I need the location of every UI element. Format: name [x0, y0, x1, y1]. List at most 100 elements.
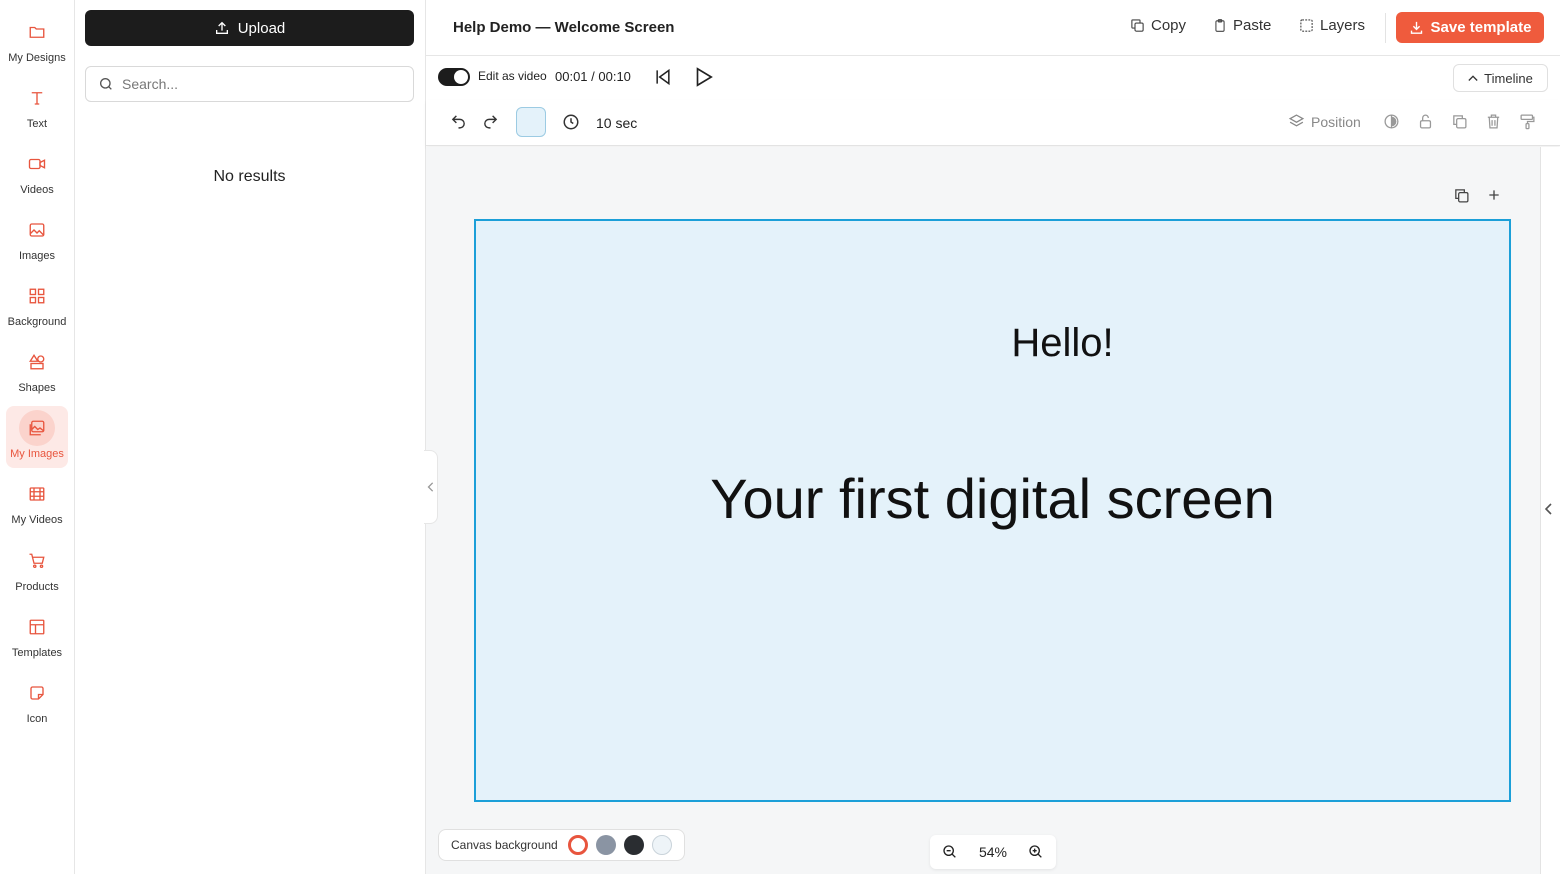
collapse-panel-button[interactable]	[424, 450, 438, 524]
sidebar-item-label: Text	[26, 118, 48, 130]
color-swatch-light-blue[interactable]	[651, 835, 672, 855]
duplicate-page-button[interactable]	[1453, 187, 1470, 204]
divider	[1385, 13, 1386, 43]
play-button[interactable]	[692, 66, 714, 88]
zoom-in-icon	[1029, 845, 1042, 858]
sidebar-item-label: Shapes	[18, 382, 56, 394]
add-page-button[interactable]	[1486, 187, 1502, 203]
cart-icon	[19, 543, 55, 579]
greeting-text[interactable]: Hello!	[476, 321, 1509, 366]
edit-as-video-toggle[interactable]	[438, 68, 470, 86]
sidebar-item-shapes[interactable]: Shapes	[6, 340, 68, 402]
dashed-square-icon	[1299, 18, 1314, 33]
sidebar-item-text[interactable]: Text	[6, 76, 68, 138]
layers-label: Layers	[1320, 17, 1366, 34]
redo-button[interactable]	[482, 113, 499, 130]
sidebar-item-products[interactable]: Products	[6, 539, 68, 601]
sidebar-item-my-videos[interactable]: My Videos	[6, 472, 68, 534]
sidebar-item-my-designs[interactable]: My Designs	[6, 10, 68, 72]
zoom-control: 54%	[930, 835, 1056, 869]
timeline-label: Timeline	[1484, 70, 1533, 86]
copy-icon	[1130, 18, 1145, 33]
headline-text[interactable]: Your first digital screen	[476, 465, 1509, 533]
plus-icon	[1486, 187, 1502, 203]
canvas-background-picker: Canvas background	[438, 829, 685, 861]
sidebar-item-label: Products	[15, 581, 59, 593]
lock-button[interactable]	[1417, 113, 1434, 130]
trash-icon	[1485, 113, 1502, 130]
download-icon	[1409, 20, 1424, 35]
canvas-background-label: Canvas background	[451, 838, 558, 852]
paste-label: Paste	[1233, 17, 1272, 34]
sidebar-item-label: Templates	[11, 647, 63, 659]
design-canvas[interactable]: Hello! Your first digital screen	[474, 219, 1511, 802]
sidebar-item-my-images[interactable]: My Images	[6, 406, 68, 468]
sidebar-item-background[interactable]: Background	[6, 274, 68, 336]
format-painter-button[interactable]	[1519, 113, 1536, 130]
sidebar-item-label: My Designs	[8, 52, 66, 64]
top-bar: Help Demo — Welcome Screen Copy Paste La…	[426, 0, 1560, 56]
duration-button[interactable]	[562, 113, 580, 131]
assets-panel: Upload No results	[75, 0, 426, 874]
search-box	[85, 66, 414, 102]
sidebar-item-videos[interactable]: Videos	[6, 142, 68, 204]
save-template-button[interactable]: Save template	[1396, 12, 1544, 43]
layout-icon	[19, 609, 55, 645]
clipboard-icon	[1213, 18, 1227, 33]
document-title: Help Demo — Welcome Screen	[453, 19, 675, 36]
zoom-in-button[interactable]	[1028, 844, 1044, 860]
opacity-button[interactable]	[1383, 113, 1400, 130]
sidebar-item-label: Images	[18, 250, 56, 262]
video-camera-icon	[19, 146, 55, 182]
zoom-out-icon	[943, 845, 956, 858]
copy-button[interactable]: Copy	[1130, 17, 1186, 34]
upload-button[interactable]: Upload	[85, 10, 414, 46]
color-swatch-white[interactable]	[567, 835, 588, 855]
layers-stack-icon	[1288, 113, 1305, 130]
sidebar-item-label: Videos	[20, 184, 54, 196]
zoom-out-button[interactable]	[942, 844, 958, 860]
left-icon-rail: My Designs Text Videos Images Background…	[0, 0, 75, 874]
sidebar-item-label: My Images	[10, 448, 64, 460]
empty-state-text: No results	[213, 168, 286, 185]
shapes-icon	[19, 344, 55, 380]
upload-icon	[214, 20, 230, 36]
position-button[interactable]: Position	[1288, 113, 1361, 130]
sidebar-item-label: Icon	[26, 713, 48, 725]
sidebar-item-templates[interactable]: Templates	[6, 605, 68, 667]
text-icon	[19, 80, 55, 116]
play-icon	[692, 66, 714, 88]
video-toolbar: Edit as video 00:01 / 00:10 Timeline	[426, 56, 1560, 100]
playback-time: 00:01 / 00:10	[555, 69, 631, 84]
search-icon	[98, 76, 114, 92]
layers-button[interactable]: Layers	[1299, 17, 1365, 34]
duplicate-button[interactable]	[1451, 113, 1468, 130]
sidebar-item-label: Background	[7, 316, 67, 328]
film-icon	[19, 476, 55, 512]
color-swatch-dark[interactable]	[623, 835, 644, 855]
toggle-knob	[454, 70, 468, 84]
right-panel-toggle[interactable]	[1540, 147, 1560, 874]
duplicate-icon	[1451, 113, 1468, 130]
copy-label: Copy	[1151, 17, 1187, 34]
grid-icon	[19, 278, 55, 314]
sidebar-item-images[interactable]: Images	[6, 208, 68, 270]
paste-button[interactable]: Paste	[1213, 17, 1271, 34]
skip-to-start-button[interactable]	[653, 67, 673, 87]
color-swatch-grey[interactable]	[595, 835, 616, 855]
undo-button[interactable]	[450, 113, 467, 130]
sidebar-item-icon[interactable]: Icon	[6, 671, 68, 733]
position-label: Position	[1311, 113, 1361, 130]
delete-button[interactable]	[1485, 113, 1502, 130]
copy-icon	[1453, 187, 1470, 204]
canvas-workspace: Hello! Your first digital screen Canvas …	[426, 147, 1540, 874]
images-stack-icon	[19, 410, 55, 446]
chevron-left-icon	[1545, 503, 1553, 515]
opacity-icon	[1383, 113, 1400, 130]
timeline-button[interactable]: Timeline	[1453, 64, 1548, 92]
clock-icon	[562, 113, 580, 131]
chevron-left-icon	[427, 482, 435, 492]
skip-back-icon	[653, 67, 673, 87]
background-color-swatch[interactable]	[516, 107, 546, 137]
search-input[interactable]	[122, 76, 402, 92]
